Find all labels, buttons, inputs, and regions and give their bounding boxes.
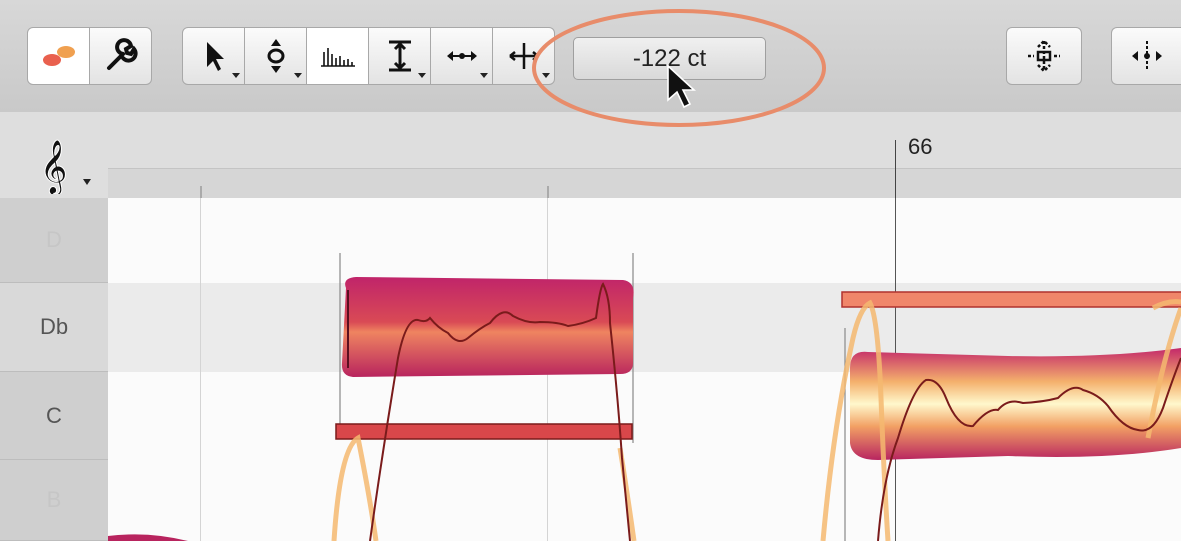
annotation-layer xyxy=(532,9,826,127)
highlight-ellipse xyxy=(532,9,826,127)
mouse-pointer-icon xyxy=(667,64,697,109)
